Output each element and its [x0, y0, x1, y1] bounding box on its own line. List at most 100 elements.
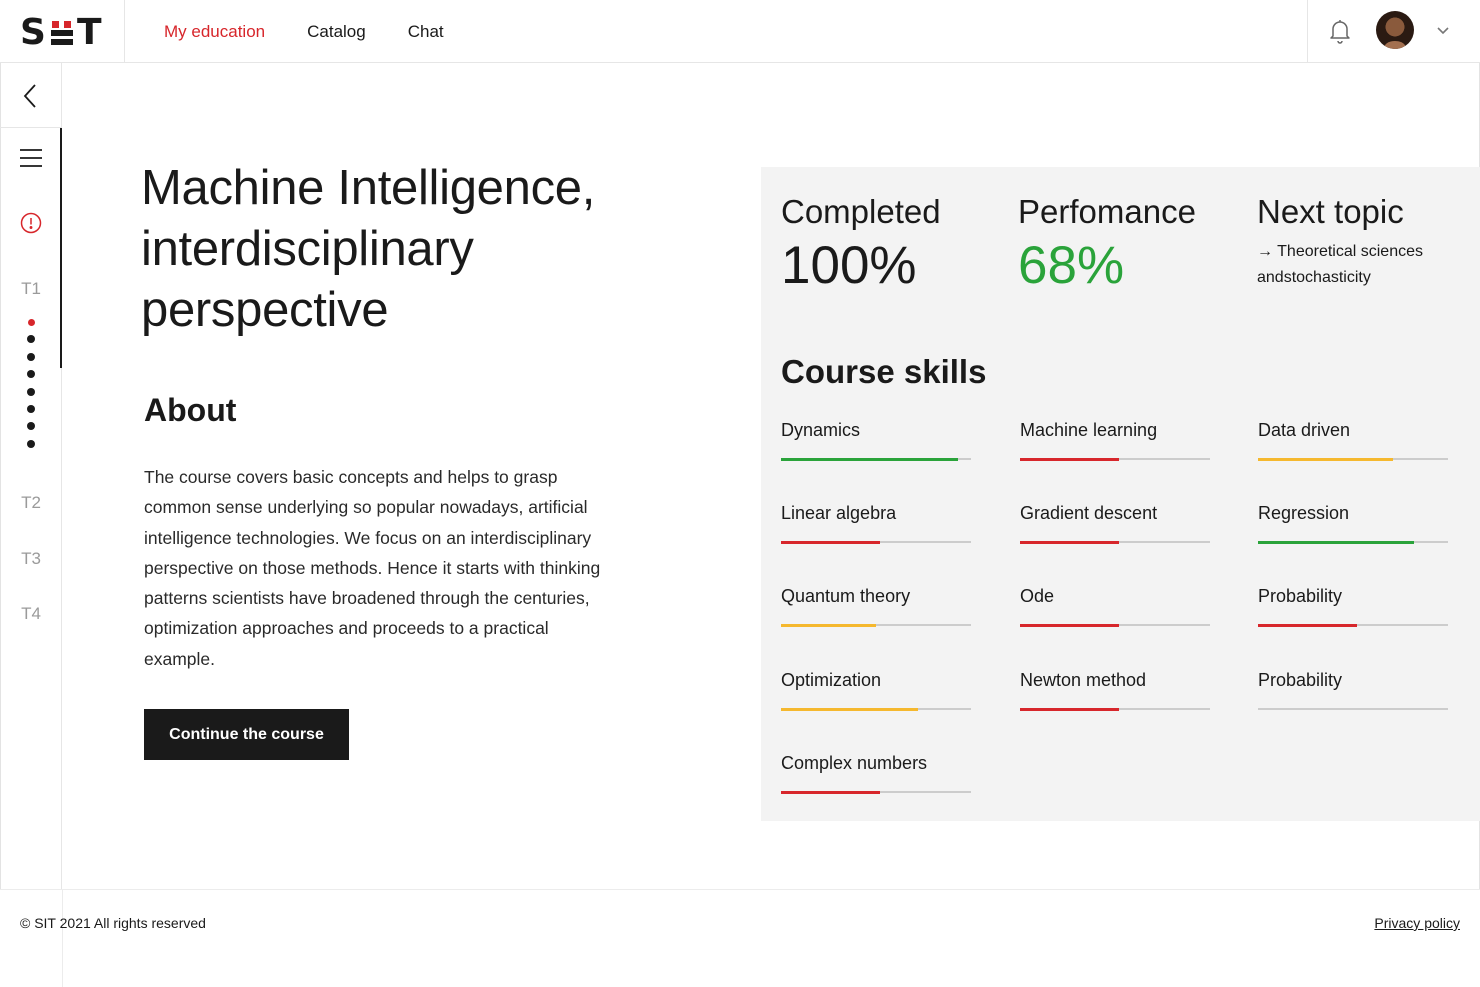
sit-logo[interactable]: S T: [20, 12, 103, 53]
nav-my-education[interactable]: My education: [164, 22, 265, 42]
skill-name: Linear algebra: [781, 503, 897, 523]
skill-progress-fill: [781, 457, 958, 461]
skill-name: Complex numbers: [781, 753, 928, 773]
skill-progress-track: [781, 540, 971, 544]
skill-item: Machine learning: [1020, 420, 1210, 461]
about-heading: About: [144, 392, 237, 428]
skill-item: Ode: [1020, 586, 1210, 627]
skill-name: Ode: [1020, 586, 1055, 606]
next-topic-link[interactable]: → Theoretical sciences andstochasticity: [1257, 239, 1447, 291]
skill-progress-fill: [1258, 623, 1357, 627]
skill-item: Probability: [1258, 586, 1448, 627]
skill-progress-track: [1258, 708, 1448, 710]
lesson-dot[interactable]: [27, 439, 35, 448]
topic-t3[interactable]: T3: [0, 549, 62, 569]
lesson-dot-current[interactable]: [27, 319, 35, 326]
skill-name: Optimization: [781, 670, 882, 690]
lesson-dot[interactable]: [27, 352, 35, 361]
performance-value: 68%: [1018, 236, 1125, 295]
skill-progress-fill: [781, 540, 880, 544]
performance-label: Perfomance: [1018, 193, 1196, 230]
lesson-dots: [26, 319, 36, 457]
completed-label: Completed: [781, 193, 941, 230]
logo-letter-t: T: [76, 12, 103, 53]
next-topic-label: Next topic: [1257, 193, 1404, 230]
skill-name: Regression: [1258, 503, 1350, 523]
skill-name: Probability: [1258, 670, 1343, 690]
skill-item: Probability: [1258, 670, 1448, 710]
skill-item: Complex numbers: [781, 753, 971, 794]
skill-progress-fill: [781, 707, 918, 711]
info-icon[interactable]: [20, 212, 42, 234]
course-title: Machine Intelligence, interdisciplinary …: [141, 161, 596, 337]
progress-track: [60, 128, 62, 368]
skill-item: Newton method: [1020, 670, 1210, 711]
skill-item: Optimization: [781, 670, 971, 711]
skill-name: Gradient descent: [1020, 503, 1158, 523]
skill-progress-fill: [1020, 457, 1119, 461]
lesson-dot[interactable]: [27, 404, 35, 413]
avatar[interactable]: [1376, 11, 1414, 49]
course-stats-panel: Completed 100% Perfomance 68% Next topic…: [761, 167, 1480, 821]
skill-progress-fill: [781, 790, 880, 794]
skill-name: Machine learning: [1020, 420, 1158, 440]
skill-item: Gradient descent: [1020, 503, 1210, 544]
course-sidebar: T1 T2 T3 T4: [0, 63, 62, 987]
chevron-down-icon[interactable]: [1436, 23, 1450, 37]
bell-icon[interactable]: [1328, 17, 1352, 45]
skill-item: Data driven: [1258, 420, 1448, 461]
topic-t1[interactable]: T1: [0, 279, 62, 299]
copyright-text: © SIT 2021 All rights reserved: [20, 915, 206, 931]
skill-progress-track: [781, 457, 971, 461]
lesson-dot[interactable]: [27, 422, 35, 431]
skill-item: Linear algebra: [781, 503, 971, 544]
completed-value: 100%: [781, 236, 917, 295]
skill-progress-track: [781, 707, 971, 711]
topic-t4[interactable]: T4: [0, 604, 62, 624]
skill-progress-track: [1020, 540, 1210, 544]
skill-progress-fill: [1258, 457, 1393, 461]
menu-icon[interactable]: [19, 148, 43, 168]
skill-name: Data driven: [1258, 420, 1351, 440]
completed-stat: Completed 100%: [781, 193, 941, 296]
skill-progress-track: [1258, 540, 1448, 544]
lesson-dot[interactable]: [27, 370, 35, 379]
lesson-dot[interactable]: [27, 387, 35, 396]
next-topic-stat: Next topic → Theoretical sciences andsto…: [1257, 193, 1447, 291]
skill-progress-fill: [1020, 540, 1119, 544]
back-arrow-icon[interactable]: [20, 83, 42, 109]
skill-progress-fill: [1020, 707, 1119, 711]
skill-progress-track: [781, 623, 971, 627]
main-nav: My education Catalog Chat: [164, 0, 444, 63]
top-header: S T My education Catalog Chat: [0, 0, 1480, 63]
skill-name: Newton method: [1020, 670, 1147, 690]
back-cell: [0, 63, 62, 128]
user-area: [1307, 0, 1480, 63]
logo-mark: [49, 16, 75, 50]
course-skills-heading: Course skills: [781, 353, 987, 390]
continue-course-button[interactable]: Continue the course: [144, 709, 349, 760]
skill-progress-fill: [1258, 540, 1414, 544]
nav-catalog[interactable]: Catalog: [307, 22, 366, 42]
privacy-policy-link[interactable]: Privacy policy: [1374, 915, 1460, 931]
skill-progress-track: [1020, 707, 1210, 711]
nav-chat[interactable]: Chat: [408, 22, 444, 42]
performance-stat: Perfomance 68%: [1018, 193, 1196, 296]
lesson-dot[interactable]: [27, 335, 35, 344]
skill-progress-fill: [1020, 623, 1119, 627]
skill-progress-track: [781, 790, 971, 794]
about-text: The course covers basic concepts and hel…: [144, 467, 601, 669]
skill-progress-track: [1020, 457, 1210, 461]
skill-progress-track: [1258, 457, 1448, 461]
logo-cell: S T: [0, 0, 125, 63]
skill-name: Probability: [1258, 586, 1343, 606]
skill-name: Quantum theory: [781, 586, 911, 606]
skill-item: Regression: [1258, 503, 1448, 544]
skill-item: Quantum theory: [781, 586, 971, 627]
logo-letter-s: S: [20, 12, 47, 53]
skill-progress-fill: [781, 623, 876, 627]
skill-progress-track: [1258, 623, 1448, 627]
skill-item: Dynamics: [781, 420, 971, 461]
topic-t2[interactable]: T2: [0, 493, 62, 513]
page-footer: © SIT 2021 All rights reserved Privacy p…: [0, 889, 1480, 987]
